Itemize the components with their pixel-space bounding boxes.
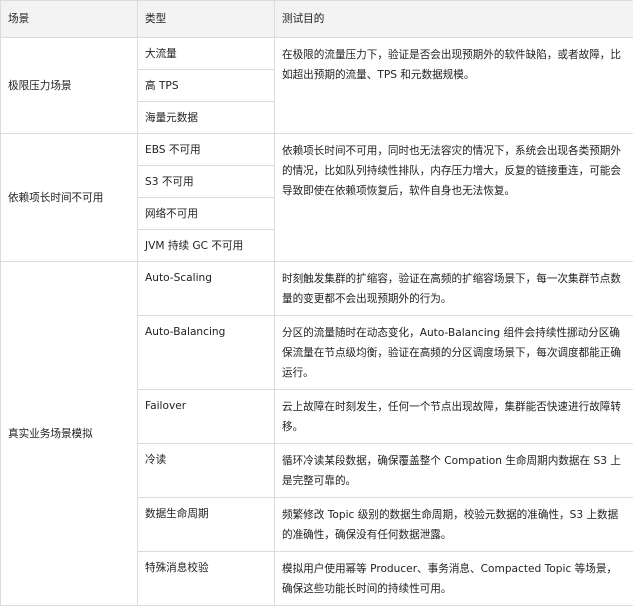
header-type: 类型: [138, 1, 275, 38]
table-row: 真实业务场景模拟 Auto-Scaling 时刻触发集群的扩缩容，验证在高频的扩…: [1, 262, 633, 316]
type-cell: EBS 不可用: [138, 134, 275, 166]
purpose-cell: 模拟用户使用幂等 Producer、事务消息、Compacted Topic 等…: [275, 552, 633, 606]
header-row: 场景 类型 测试目的: [1, 1, 633, 38]
header-scenario: 场景: [1, 1, 138, 38]
purpose-cell: 循环冷读某段数据，确保覆盖整个 Compation 生命周期内数据在 S3 上是…: [275, 444, 633, 498]
test-scenarios-table: 场景 类型 测试目的 极限压力场景 大流量 在极限的流量压力下，验证是否会出现预…: [0, 0, 633, 606]
type-cell: Failover: [138, 390, 275, 444]
purpose-cell: 云上故障在时刻发生，任何一个节点出现故障，集群能否快速进行故障转移。: [275, 390, 633, 444]
scenario-cell: 真实业务场景模拟: [1, 262, 138, 606]
type-cell: JVM 持续 GC 不可用: [138, 230, 275, 262]
type-cell: 网络不可用: [138, 198, 275, 230]
type-cell: 冷读: [138, 444, 275, 498]
table-row: 依赖项长时间不可用 EBS 不可用 依赖项长时间不可用，同时也无法容灾的情况下，…: [1, 134, 633, 166]
purpose-cell: 频繁修改 Topic 级别的数据生命周期，校验元数据的准确性，S3 上数据的准确…: [275, 498, 633, 552]
type-cell: 特殊消息校验: [138, 552, 275, 606]
type-cell: S3 不可用: [138, 166, 275, 198]
purpose-cell: 在极限的流量压力下，验证是否会出现预期外的软件缺陷，或者故障，比如超出预期的流量…: [275, 38, 633, 134]
purpose-cell: 时刻触发集群的扩缩容，验证在高频的扩缩容场景下，每一次集群节点数量的变更都不会出…: [275, 262, 633, 316]
purpose-cell: 依赖项长时间不可用，同时也无法容灾的情况下，系统会出现各类预期外的情况，比如队列…: [275, 134, 633, 262]
type-cell: 高 TPS: [138, 70, 275, 102]
type-cell: Auto-Balancing: [138, 316, 275, 390]
scenario-cell: 极限压力场景: [1, 38, 138, 134]
type-cell: Auto-Scaling: [138, 262, 275, 316]
type-cell: 数据生命周期: [138, 498, 275, 552]
type-cell: 海量元数据: [138, 102, 275, 134]
header-purpose: 测试目的: [275, 1, 633, 38]
table-row: 极限压力场景 大流量 在极限的流量压力下，验证是否会出现预期外的软件缺陷，或者故…: [1, 38, 633, 70]
scenario-cell: 依赖项长时间不可用: [1, 134, 138, 262]
type-cell: 大流量: [138, 38, 275, 70]
purpose-cell: 分区的流量随时在动态变化，Auto-Balancing 组件会持续性挪动分区确保…: [275, 316, 633, 390]
